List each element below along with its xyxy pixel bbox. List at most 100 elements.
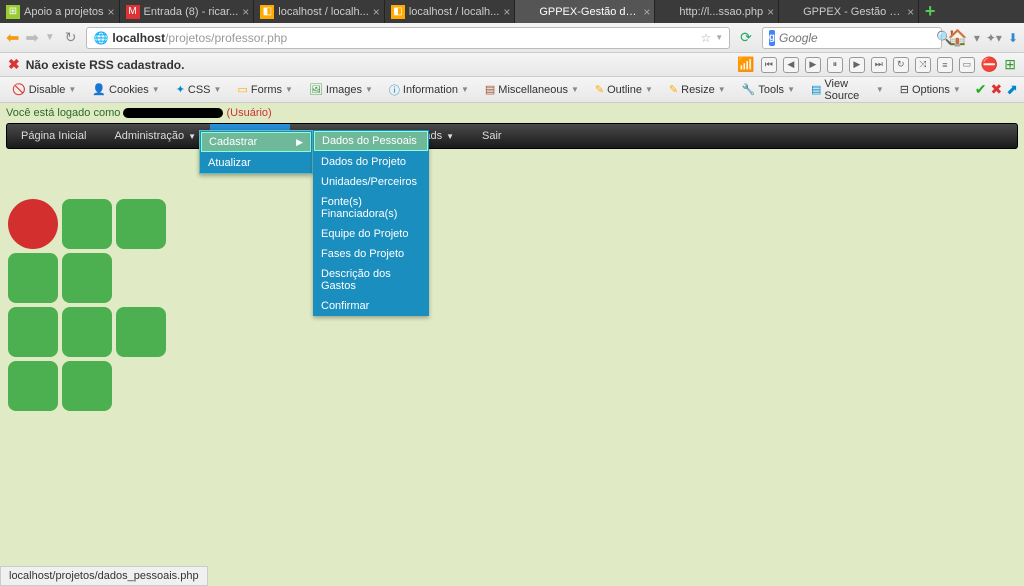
browser-tab-2[interactable]: ◧localhost / localh...× [254,0,385,23]
dev-images[interactable]: 🖼Images▼ [303,81,379,98]
rss-stop-icon[interactable]: ⛔ [981,56,998,73]
search-input[interactable] [779,31,936,45]
reload-icon[interactable]: ⟳ [740,29,752,46]
close-icon[interactable]: × [907,5,914,19]
rss-control-prev[interactable]: ◀ [783,57,799,73]
favicon-icon: ⊞ [6,5,20,19]
options-icon: ⊟ [900,83,909,96]
menu-pagina-inicial[interactable]: Página Inicial [7,124,100,148]
search-bar[interactable]: g 🔍 [762,27,942,49]
login-status: Você está logado como (Usuário) [0,103,1024,123]
rss-notification-bar: ✖ Não existe RSS cadastrado. 📶 ⏮ ◀ ▶ ⏸ ▶… [0,53,1024,77]
rss-control-shuffle[interactable]: ⤨ [915,57,931,73]
rss-feed-icon[interactable]: 📶 [737,56,754,73]
close-icon[interactable]: × [242,5,249,19]
toolbar-menu-icon-2[interactable]: ✦▾ [986,31,1002,45]
dev-miscellaneous[interactable]: ▤Miscellaneous▼ [479,81,585,98]
rss-control-next[interactable]: ▶ [849,57,865,73]
rss-control-window[interactable]: ▭ [959,57,975,73]
misc-icon: ▤ [485,83,495,96]
toolbar-menu-icon[interactable]: ▾ [974,31,980,45]
rss-control-play[interactable]: ▶ [805,57,821,73]
rss-control-pause[interactable]: ⏸ [827,57,843,73]
rss-control-loop[interactable]: ↻ [893,57,909,73]
dev-information[interactable]: ⓘInformation▼ [383,80,475,100]
menu-sair[interactable]: Sair [468,124,516,148]
new-tab-button[interactable]: + [919,0,941,23]
forms-icon: ▭ [237,83,247,96]
green-square-widget [8,361,58,411]
dev-outline[interactable]: ✎Outline▼ [589,81,659,98]
search-engine-icon[interactable]: g [769,30,775,46]
rss-message: Não existe RSS cadastrado. [26,58,185,72]
css-icon: ✦ [176,83,185,96]
dev-css[interactable]: ✦CSS▼ [170,81,228,98]
tab-label: GPPEX-Gestão de... [539,6,639,18]
submenu-equipe[interactable]: Equipe do Projeto [313,224,429,244]
bookmark-star-icon[interactable]: ☆ [700,31,711,45]
outline-icon: ✎ [595,83,604,96]
submenu-cadastrar[interactable]: Cadastrar▶ [201,132,311,152]
url-bar[interactable]: 🌐 localhost/projetos/professor.php ☆ ▼ [86,27,730,49]
favicon-icon: ◧ [391,5,405,19]
download-icon[interactable]: ⬇ [1008,31,1018,45]
dev-cookies[interactable]: 👤Cookies▼ [86,81,165,98]
info-icon: ⓘ [389,82,400,98]
dev-resize[interactable]: ✎Resize▼ [663,81,732,98]
tab-label: localhost / localh... [409,6,500,18]
close-icon[interactable]: × [643,5,650,19]
web-developer-toolbar: 🚫Disable▼ 👤Cookies▼ ✦CSS▼ ▭Forms▼ 🖼Image… [0,77,1024,103]
rss-grid-icon[interactable]: ⊞ [1004,56,1016,73]
dev-tools[interactable]: 🔧Tools▼ [736,81,801,98]
browser-tab-0[interactable]: ⊞Apoio a projetos× [0,0,120,23]
rss-control-last[interactable]: ⏭ [871,57,887,73]
browser-tab-4[interactable]: GPPEX-Gestão de... × [515,0,655,23]
forward-button[interactable]: ➡ [25,28,38,48]
validate-float-icon[interactable]: ⬈ [1006,81,1018,98]
validate-error-icon[interactable]: ✖ [991,81,1003,98]
chevron-down-icon: ▼ [188,132,196,141]
cookies-icon: 👤 [92,83,106,96]
submenu-gastos[interactable]: Descrição dos Gastos [313,264,429,296]
rss-control-list[interactable]: ≡ [937,57,953,73]
validate-ok-icon[interactable]: ✔ [975,81,987,98]
close-icon[interactable]: × [767,5,774,19]
resize-icon: ✎ [669,83,678,96]
browser-tab-3[interactable]: ◧ localhost / localh...× [385,0,516,23]
dashboard-shapes [8,199,166,415]
submenu-dados-projeto[interactable]: Dados do Projeto [313,152,429,172]
login-prefix: Você está logado como [6,107,123,119]
close-icon[interactable]: × [503,5,510,19]
browser-tab-5[interactable]: http://l...ssao.php × [655,0,779,23]
submenu-atualizar[interactable]: Atualizar [200,153,312,173]
close-icon[interactable]: × [373,5,380,19]
green-square-widget [8,253,58,303]
submenu-fases[interactable]: Fases do Projeto [313,244,429,264]
green-square-widget [62,361,112,411]
dev-options[interactable]: ⊟Options▼ [894,81,967,98]
refresh-icon[interactable]: ↻ [65,29,77,46]
submenu-fontes[interactable]: Fonte(s) Financiadora(s) [313,192,429,224]
dev-disable[interactable]: 🚫Disable▼ [6,81,82,98]
tab-label: localhost / localh... [278,6,369,18]
menu-administracao[interactable]: Administração▼ [100,124,210,148]
user-role: (Usuário) [226,107,271,119]
url-text: localhost/projetos/professor.php [112,31,696,45]
url-dropdown-icon[interactable]: ▼ [715,33,723,42]
submenu-confirmar[interactable]: Confirmar [313,296,429,316]
source-icon: ▤ [811,83,821,96]
error-x-icon: ✖ [8,56,20,73]
browser-tab-6[interactable]: GPPEX - Gestão d... × [779,0,919,23]
history-dropdown[interactable]: ▼ [45,32,55,43]
tab-label: http://l...ssao.php [679,6,763,18]
tab-label: GPPEX - Gestão d... [803,6,903,18]
submenu-dados-pessoais[interactable]: Dados do Pessoais [314,131,428,151]
back-button[interactable]: ⬅ [6,28,19,48]
dev-view-source[interactable]: ▤View Source▼ [805,76,890,104]
dev-forms[interactable]: ▭Forms▼ [231,81,299,98]
browser-tab-1[interactable]: MEntrada (8) - ricar...× [120,0,255,23]
rss-control-first[interactable]: ⏮ [761,57,777,73]
close-icon[interactable]: × [108,5,115,19]
submenu-unidades[interactable]: Unidades/Perceiros [313,172,429,192]
home-icon[interactable]: 🏠 [948,28,968,48]
